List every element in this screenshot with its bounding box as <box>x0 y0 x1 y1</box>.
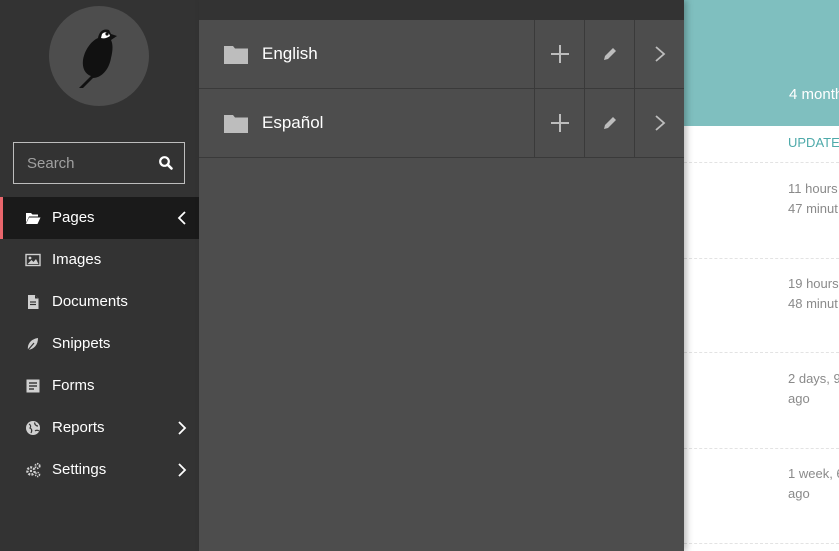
explorer-item-espanol[interactable]: Español <box>199 89 684 158</box>
page-header: 4 month <box>684 0 839 126</box>
form-icon <box>25 378 41 394</box>
folder-icon <box>224 113 248 133</box>
plus-icon <box>550 114 569 132</box>
updated-time-line1: 2 days, 9 <box>788 371 839 386</box>
search-icon[interactable] <box>158 155 174 171</box>
add-child-page-button[interactable] <box>534 89 584 157</box>
header-text: 4 month <box>789 86 839 103</box>
chevron-left-icon <box>177 210 187 226</box>
document-icon <box>25 294 41 310</box>
updated-time-line2: ago <box>788 486 810 501</box>
list-item: 19 hours 48 minut <box>788 274 839 314</box>
pencil-icon <box>603 48 616 60</box>
menu-item-label: Pages <box>52 209 95 226</box>
row-divider <box>684 448 839 449</box>
menu-item-label: Documents <box>52 293 128 310</box>
search-input[interactable] <box>14 143 154 183</box>
explorer-item-label[interactable]: English <box>262 44 318 64</box>
pencil-icon <box>603 117 616 129</box>
row-divider <box>684 543 839 544</box>
page-explorer: English Español <box>199 0 684 551</box>
menu-item-images[interactable]: Images <box>0 239 199 281</box>
bird-logo-icon <box>79 29 117 88</box>
menu-item-label: Forms <box>52 377 95 394</box>
menu-item-label: Images <box>52 251 102 268</box>
search-box <box>13 142 185 184</box>
navigate-children-button[interactable] <box>634 20 684 88</box>
chevron-right-icon <box>177 420 187 436</box>
folder-icon <box>224 44 248 64</box>
menu-item-pages[interactable]: Pages <box>0 197 199 239</box>
folder-open-icon <box>25 210 41 226</box>
logo[interactable] <box>49 6 149 106</box>
menu-item-reports[interactable]: Reports <box>0 407 199 449</box>
updated-time-line1: 1 week, 6 <box>788 466 839 481</box>
chevron-right-icon <box>654 46 665 62</box>
row-divider <box>684 162 839 163</box>
menu-item-label: Reports <box>52 419 105 436</box>
navigate-children-button[interactable] <box>634 89 684 157</box>
updated-time-line2: ago <box>788 391 810 406</box>
globe-icon <box>25 420 41 436</box>
add-child-page-button[interactable] <box>534 20 584 88</box>
menu-item-documents[interactable]: Documents <box>0 281 199 323</box>
updated-time-line1: 19 hours <box>788 276 839 291</box>
row-divider <box>684 352 839 353</box>
chevron-right-icon <box>177 462 187 478</box>
snippet-icon <box>25 336 41 352</box>
sidebar: Pages Images Documents Snippets <box>0 0 199 551</box>
menu-item-label: Snippets <box>52 335 111 352</box>
plus-icon <box>550 45 569 63</box>
main-menu: Pages Images Documents Snippets Forms Re… <box>0 197 199 491</box>
menu-item-label: Settings <box>52 461 107 478</box>
list-item: 2 days, 9 ago <box>788 369 839 409</box>
list-item: 1 week, 6 ago <box>788 464 839 504</box>
edit-page-button[interactable] <box>584 20 634 88</box>
cogs-icon <box>25 462 41 478</box>
menu-item-settings[interactable]: Settings <box>0 449 199 491</box>
list-item: 11 hours 47 minut <box>788 179 839 219</box>
menu-item-forms[interactable]: Forms <box>0 365 199 407</box>
explorer-item-english[interactable]: English <box>199 20 684 89</box>
explorer-header <box>199 0 684 20</box>
chevron-right-icon <box>654 115 665 131</box>
edit-page-button[interactable] <box>584 89 634 157</box>
image-icon <box>25 252 41 268</box>
row-divider <box>684 258 839 259</box>
updated-time-line1: 11 hours <box>788 181 838 196</box>
updated-time-line2: 47 minut <box>788 201 838 216</box>
updated-time-line2: 48 minut <box>788 296 838 311</box>
explorer-item-label[interactable]: Español <box>262 113 323 133</box>
column-header-updated[interactable]: UPDATED <box>788 135 839 150</box>
menu-item-snippets[interactable]: Snippets <box>0 323 199 365</box>
